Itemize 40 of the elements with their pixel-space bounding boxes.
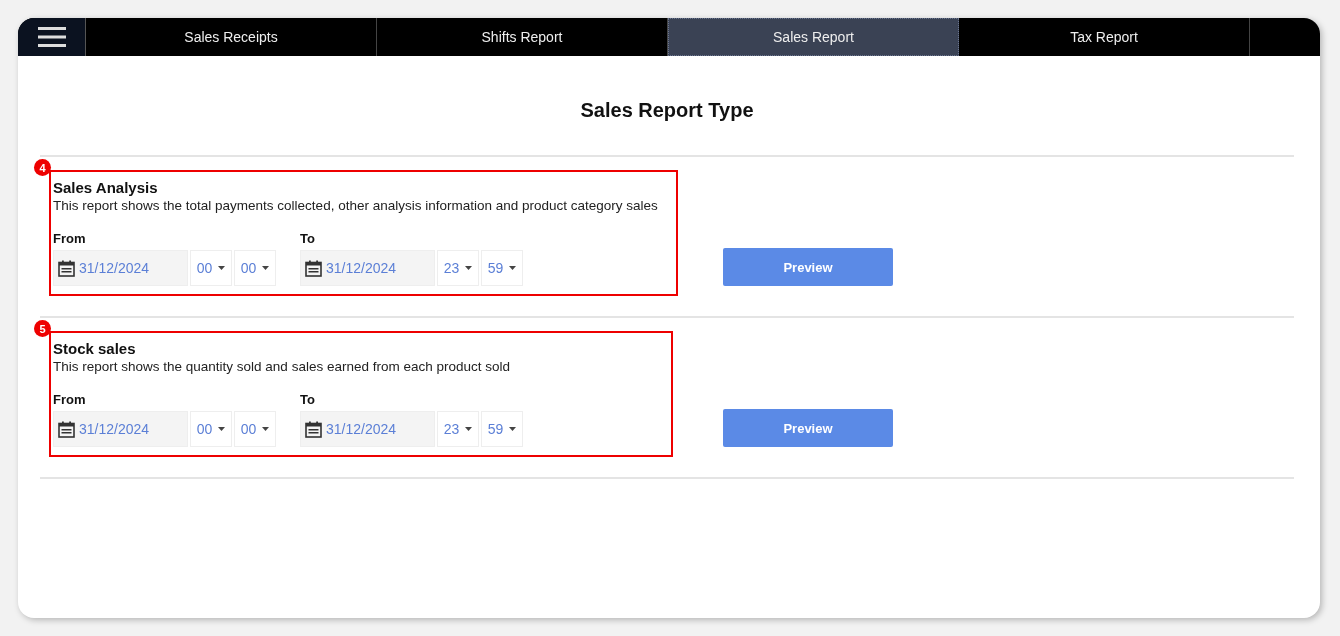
- calendar-icon: [58, 259, 75, 277]
- hour-select[interactable]: 00: [190, 411, 232, 447]
- minute-select[interactable]: 59: [481, 411, 523, 447]
- range-label: From: [53, 231, 87, 246]
- minute-select[interactable]: 59: [481, 250, 523, 286]
- preview-button[interactable]: Preview: [723, 248, 893, 286]
- preview-button[interactable]: Preview: [723, 409, 893, 447]
- section-description: This report shows the total payments collected, other analysis information and product category sales: [53, 198, 659, 213]
- caret-icon: [465, 427, 473, 431]
- annotation-badge: 4: [34, 159, 51, 176]
- annotation-badge: 5: [34, 320, 51, 337]
- date-field[interactable]: 31/12/2024: [53, 411, 188, 447]
- calendar-icon: [305, 259, 322, 277]
- caret-icon: [262, 266, 270, 270]
- range-label: To: [300, 231, 316, 246]
- page-title: Sales Report Type: [579, 98, 755, 123]
- report-tab[interactable]: Sales Report: [668, 18, 959, 56]
- section-description: This report shows the quantity sold and sales earned from each product sold: [53, 359, 511, 374]
- date-field[interactable]: 31/12/2024: [53, 250, 188, 286]
- caret-icon: [262, 427, 270, 431]
- caret-icon: [509, 266, 517, 270]
- date-field[interactable]: 31/12/2024: [300, 411, 435, 447]
- caret-icon: [218, 266, 226, 270]
- hour-select[interactable]: 23: [437, 411, 479, 447]
- caret-icon: [465, 266, 473, 270]
- range-label: To: [300, 392, 316, 407]
- hour-select[interactable]: 00: [190, 250, 232, 286]
- menu-icon: [37, 26, 66, 48]
- section-title: Stock sales: [53, 340, 137, 357]
- caret-icon: [218, 427, 226, 431]
- calendar-icon: [58, 420, 75, 438]
- minute-select[interactable]: 00: [234, 250, 276, 286]
- range-label: From: [53, 392, 87, 407]
- calendar-icon: [305, 420, 322, 438]
- section-title: Sales Analysis: [53, 179, 159, 196]
- caret-icon: [509, 427, 517, 431]
- minute-select[interactable]: 00: [234, 411, 276, 447]
- menu-button[interactable]: [18, 18, 86, 56]
- date-field[interactable]: 31/12/2024: [300, 250, 435, 286]
- hour-select[interactable]: 23: [437, 250, 479, 286]
